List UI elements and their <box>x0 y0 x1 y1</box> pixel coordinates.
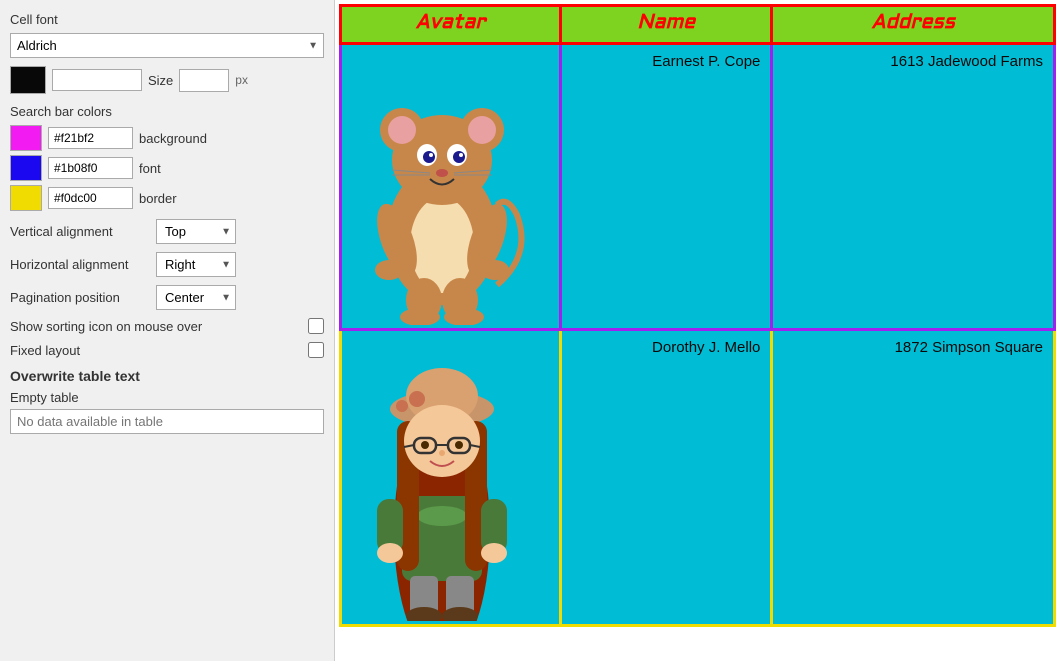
search-bar-colors-label: Search bar colors <box>10 104 324 119</box>
empty-table-label: Empty table <box>10 390 324 405</box>
search-bg-role: background <box>139 131 207 146</box>
name-text-2: Dorothy J. Mello <box>562 331 770 364</box>
size-label: Size <box>148 73 173 88</box>
fixed-layout-label: Fixed layout <box>10 343 80 358</box>
avatar-cell-1 <box>341 44 561 330</box>
table-preview-panel: Avatar Name Address <box>335 0 1060 661</box>
pagination-label: Pagination position <box>10 290 150 305</box>
font-select[interactable]: Aldrich Arial Verdana <box>10 33 324 58</box>
vertical-align-select[interactable]: Top Middle Bottom <box>156 219 236 244</box>
vertical-align-label: Vertical alignment <box>10 224 150 239</box>
mabel-avatar <box>342 331 542 621</box>
search-bg-color-input[interactable] <box>48 127 133 149</box>
search-border-role: border <box>139 191 177 206</box>
show-sorting-checkbox[interactable] <box>308 318 324 334</box>
table-row: Dorothy J. Mello 1872 Simpson Square <box>341 330 1055 626</box>
pagination-select[interactable]: Left Center Right <box>156 285 236 310</box>
settings-panel: Cell font Aldrich Arial Verdana #080808 … <box>0 0 335 661</box>
search-font-color-input[interactable] <box>48 157 133 179</box>
horizontal-align-select[interactable]: Left Center Right <box>156 252 236 277</box>
header-name: Name <box>561 6 772 44</box>
empty-table-input[interactable] <box>10 409 324 434</box>
table-row: Earnest P. Cope 1613 Jadewood Farms <box>341 44 1055 330</box>
search-bg-swatch[interactable] <box>10 125 42 151</box>
address-text-1: 1613 Jadewood Farms <box>773 45 1053 78</box>
search-border-color-input[interactable] <box>48 187 133 209</box>
search-border-swatch[interactable] <box>10 185 42 211</box>
table-header-row: Avatar Name Address <box>341 6 1055 44</box>
overwrite-title: Overwrite table text <box>10 368 324 384</box>
vertical-align-wrapper[interactable]: Top Middle Bottom <box>156 219 236 244</box>
header-address: Address <box>772 6 1055 44</box>
cell-font-label: Cell font <box>10 12 324 27</box>
horizontal-align-wrapper[interactable]: Left Center Right <box>156 252 236 277</box>
search-font-role: font <box>139 161 161 176</box>
name-text-1: Earnest P. Cope <box>562 45 770 78</box>
fixed-layout-checkbox[interactable] <box>308 342 324 358</box>
horizontal-align-label: Horizontal alignment <box>10 257 150 272</box>
cell-font-color-input[interactable]: #080808 <box>52 69 142 91</box>
font-select-wrapper[interactable]: Aldrich Arial Verdana <box>10 33 324 58</box>
address-cell-2: 1872 Simpson Square <box>772 330 1055 626</box>
address-text-2: 1872 Simpson Square <box>773 331 1053 364</box>
address-cell-1: 1613 Jadewood Farms <box>772 44 1055 330</box>
pagination-wrapper[interactable]: Left Center Right <box>156 285 236 310</box>
show-sorting-label: Show sorting icon on mouse over <box>10 319 202 334</box>
jerry-avatar <box>342 45 542 325</box>
cell-font-color-swatch[interactable] <box>10 66 46 94</box>
header-avatar: Avatar <box>341 6 561 44</box>
preview-table: Avatar Name Address <box>339 4 1056 627</box>
search-font-swatch[interactable] <box>10 155 42 181</box>
name-cell-1: Earnest P. Cope <box>561 44 772 330</box>
font-size-input[interactable]: 15 <box>179 69 229 92</box>
avatar-cell-2 <box>341 330 561 626</box>
px-label: px <box>235 73 248 87</box>
name-cell-2: Dorothy J. Mello <box>561 330 772 626</box>
